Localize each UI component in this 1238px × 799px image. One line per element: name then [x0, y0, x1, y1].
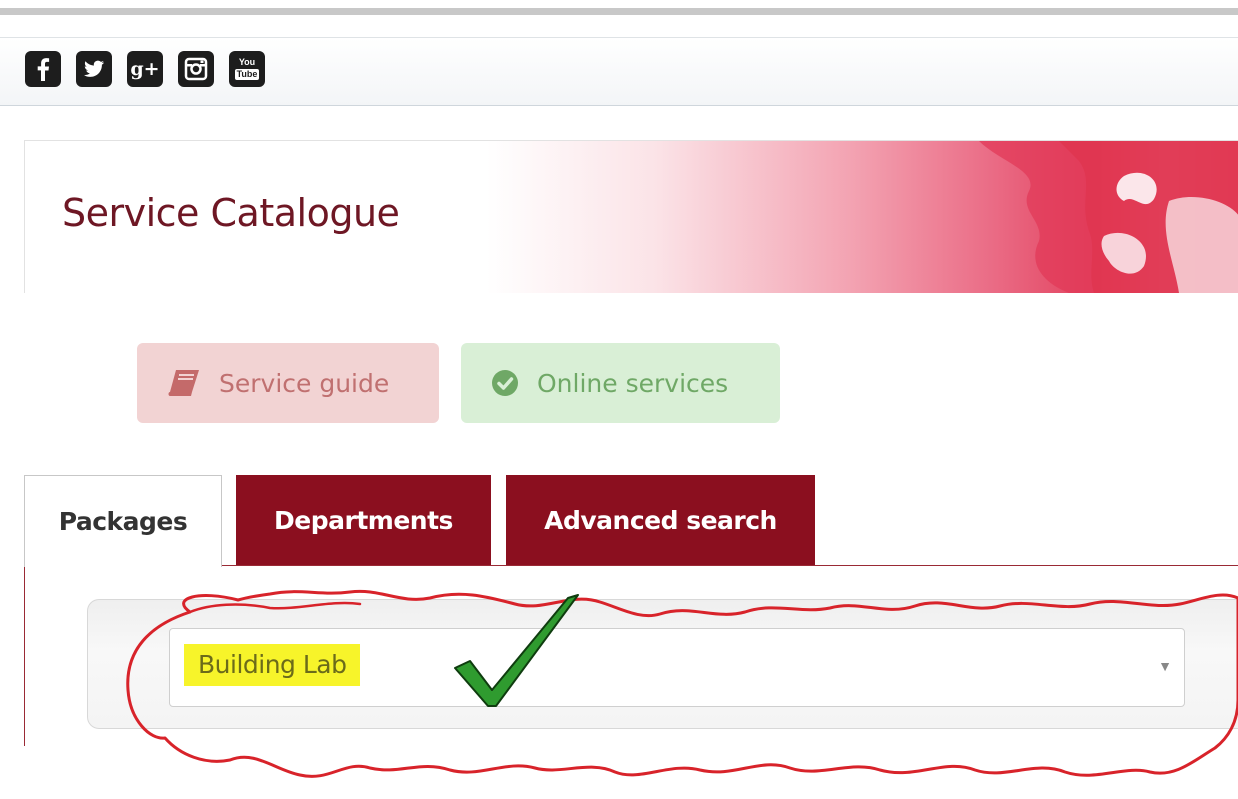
tab-advanced-search-label: Advanced search	[544, 505, 777, 535]
social-icons: g+ You Tube	[25, 51, 265, 87]
book-icon	[167, 368, 201, 398]
social-strip: g+ You Tube	[0, 37, 1238, 106]
twitter-icon[interactable]	[76, 51, 112, 87]
google-plus-icon[interactable]: g+	[127, 51, 163, 87]
service-guide-label: Service guide	[219, 368, 390, 398]
tab-departments-label: Departments	[274, 505, 453, 535]
dropdown-arrow-icon[interactable]: ▼	[1158, 658, 1172, 674]
top-border	[0, 8, 1238, 15]
banner-decoration	[979, 141, 1238, 293]
youtube-text-top: You	[238, 57, 256, 67]
facebook-icon[interactable]	[25, 51, 61, 87]
tab-packages[interactable]: Packages	[24, 475, 222, 567]
catalogue-banner: Service Catalogue	[24, 140, 1238, 293]
package-select[interactable]: Building Lab ▼	[169, 628, 1185, 707]
page-title: Service Catalogue	[62, 191, 400, 235]
online-services-label: Online services	[537, 368, 729, 398]
tab-departments[interactable]: Departments	[236, 475, 491, 565]
check-circle-icon	[491, 369, 519, 397]
online-services-button[interactable]: Online services	[461, 343, 780, 423]
service-guide-button[interactable]: Service guide	[137, 343, 439, 423]
youtube-text-bottom: Tube	[234, 69, 260, 80]
google-plus-text: g+	[130, 58, 160, 80]
tab-packages-label: Packages	[58, 507, 188, 536]
tab-advanced-search[interactable]: Advanced search	[506, 475, 815, 565]
instagram-icon[interactable]	[178, 51, 214, 87]
youtube-icon[interactable]: You Tube	[229, 51, 265, 87]
page: g+ You Tube Service Catalogue Service gu…	[0, 0, 1238, 799]
selected-package: Building Lab	[184, 644, 361, 686]
